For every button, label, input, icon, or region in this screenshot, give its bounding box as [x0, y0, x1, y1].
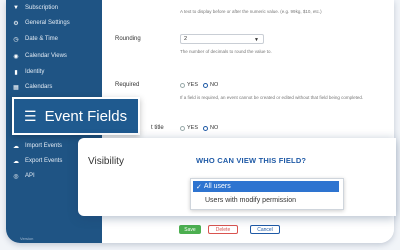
event-fields-label: Event Fields: [44, 107, 128, 125]
sidebar-item-subscription[interactable]: ▼ Subscription: [6, 2, 102, 14]
version-label: Version: [20, 236, 34, 241]
sidebar-item-calendar-views[interactable]: ◉ Calendar Views: [6, 50, 102, 62]
visibility-label: Visibility: [88, 156, 124, 167]
numeric-affix-help: A text to display before or after the nu…: [180, 9, 322, 14]
required-yes-label: YES: [187, 82, 199, 88]
clock-icon: ◷: [13, 36, 19, 43]
rounding-label: Rounding: [115, 36, 141, 42]
rounding-select[interactable]: 2 ▼: [180, 34, 264, 44]
eye-icon: ◉: [13, 53, 19, 60]
sidebar-item-date-time[interactable]: ◷ Date & Time: [6, 33, 102, 45]
rounding-value: 2: [184, 36, 188, 42]
sidebar-item-label: Export Events: [25, 158, 63, 164]
visibility-option-modify-permission[interactable]: Users with modify permission: [193, 194, 339, 206]
upload-icon: ☁: [13, 143, 19, 150]
sidebar-item-label: Date & Time: [25, 36, 59, 42]
calendar-icon: ▦: [13, 84, 19, 91]
required-no-label: NO: [210, 82, 219, 88]
visibility-callout: Visibility WHO CAN VIEW THIS FIELD? ✓ Al…: [78, 138, 396, 216]
rounding-help: The number of decimals to round the valu…: [180, 49, 272, 54]
sidebar-item-general-settings[interactable]: ⚙ General Settings: [6, 17, 102, 29]
check-icon: ✓: [196, 183, 202, 191]
required-yes-radio[interactable]: [180, 82, 185, 88]
visibility-question: WHO CAN VIEW THIS FIELD?: [196, 156, 307, 165]
chevron-down-icon: ▼: [254, 37, 259, 43]
visibility-option-all-users[interactable]: ✓ All users: [193, 181, 339, 192]
visibility-dropdown[interactable]: ✓ All users Users with modify permission: [190, 178, 344, 210]
api-icon: ◎: [13, 173, 19, 180]
sidebar-item-label: Identity: [25, 69, 45, 75]
sidebar-item-calendars[interactable]: ▦ Calendars: [6, 81, 102, 93]
sidebar-item-label: General Settings: [25, 20, 70, 26]
sidebar-item-label: Import Events: [25, 143, 63, 149]
sidebar-item-label: API: [25, 173, 35, 179]
required-no-radio[interactable]: [203, 82, 209, 88]
title-yes-label: YES: [187, 125, 199, 131]
sidebar-item-label: Calendar Views: [25, 53, 67, 59]
download-icon: ☁: [13, 158, 19, 165]
list-icon: ☰: [24, 107, 37, 124]
sidebar-item-identity[interactable]: ▮ Identity: [6, 66, 102, 78]
sidebar-item-label: Subscription: [25, 5, 59, 11]
filter-icon: ▼: [13, 5, 19, 11]
title-radio-group: YES NO: [180, 125, 223, 131]
sidebar-item-label: Calendars: [25, 84, 53, 90]
bookmark-icon: ▮: [14, 69, 18, 76]
required-label: Required: [115, 82, 140, 88]
title-no-radio[interactable]: [203, 125, 209, 131]
title-row-label: t title: [151, 125, 164, 131]
title-yes-radio[interactable]: [180, 125, 185, 131]
gear-icon: ⚙: [13, 20, 19, 27]
save-button[interactable]: Save: [179, 225, 201, 234]
required-help: If a field is required, an event cannot …: [180, 95, 364, 100]
delete-button[interactable]: Delete: [208, 225, 238, 234]
required-radio-group: YES NO: [180, 82, 223, 88]
title-no-label: NO: [210, 125, 219, 131]
cancel-button[interactable]: Cancel: [250, 225, 280, 234]
event-fields-callout[interactable]: ☰ Event Fields: [12, 97, 140, 135]
